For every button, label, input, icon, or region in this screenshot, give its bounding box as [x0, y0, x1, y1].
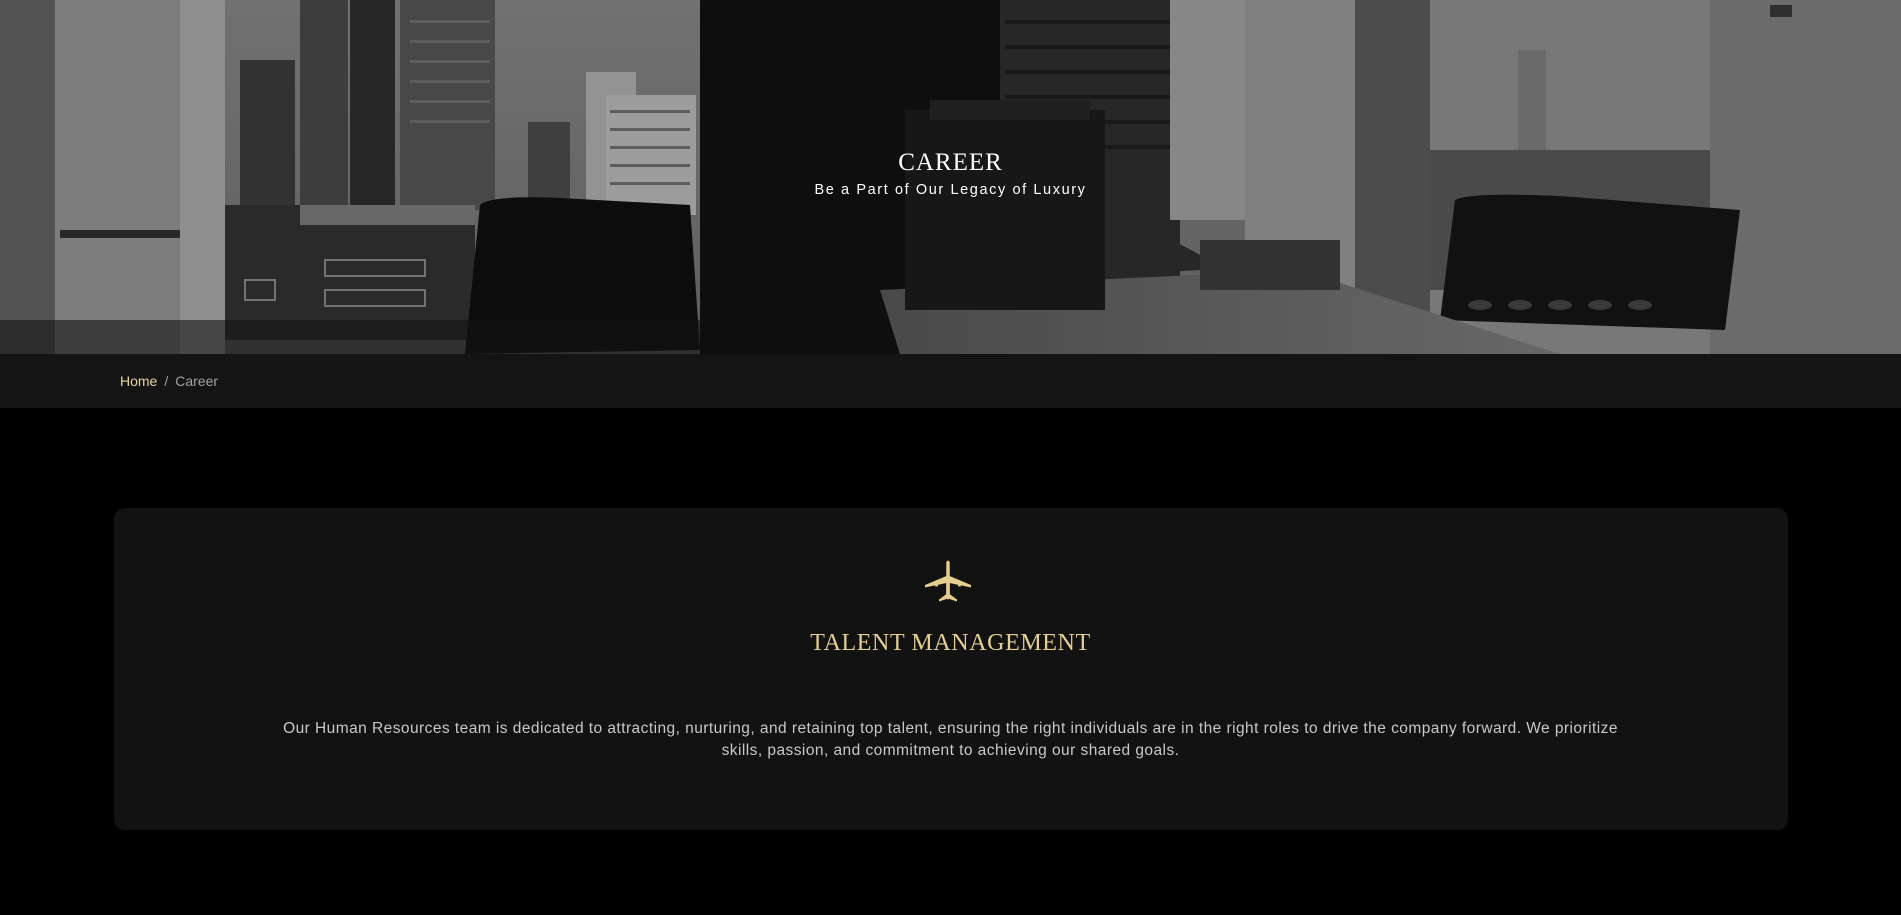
airplane-icon [925, 560, 971, 602]
card-title: TALENT MANAGEMENT [810, 630, 1091, 656]
breadcrumb: Home / Career [120, 372, 218, 390]
career-page: CAREER Be a Part of Our Legacy of Luxury… [0, 0, 1901, 915]
hero-banner: CAREER Be a Part of Our Legacy of Luxury [0, 0, 1901, 354]
breadcrumb-separator: / [164, 373, 169, 389]
breadcrumb-current: Career [175, 373, 219, 389]
talent-management-card [114, 508, 1788, 830]
card-description: Our Human Resources team is dedicated to… [283, 720, 1618, 759]
hero-heading-group: CAREER Be a Part of Our Legacy of Luxury [0, 148, 1901, 200]
page-subtitle: Be a Part of Our Legacy of Luxury [814, 182, 1087, 198]
page-title: CAREER [898, 149, 1003, 176]
breadcrumb-bar: Home / Career [0, 354, 1901, 408]
breadcrumb-home-link[interactable]: Home [120, 373, 157, 389]
